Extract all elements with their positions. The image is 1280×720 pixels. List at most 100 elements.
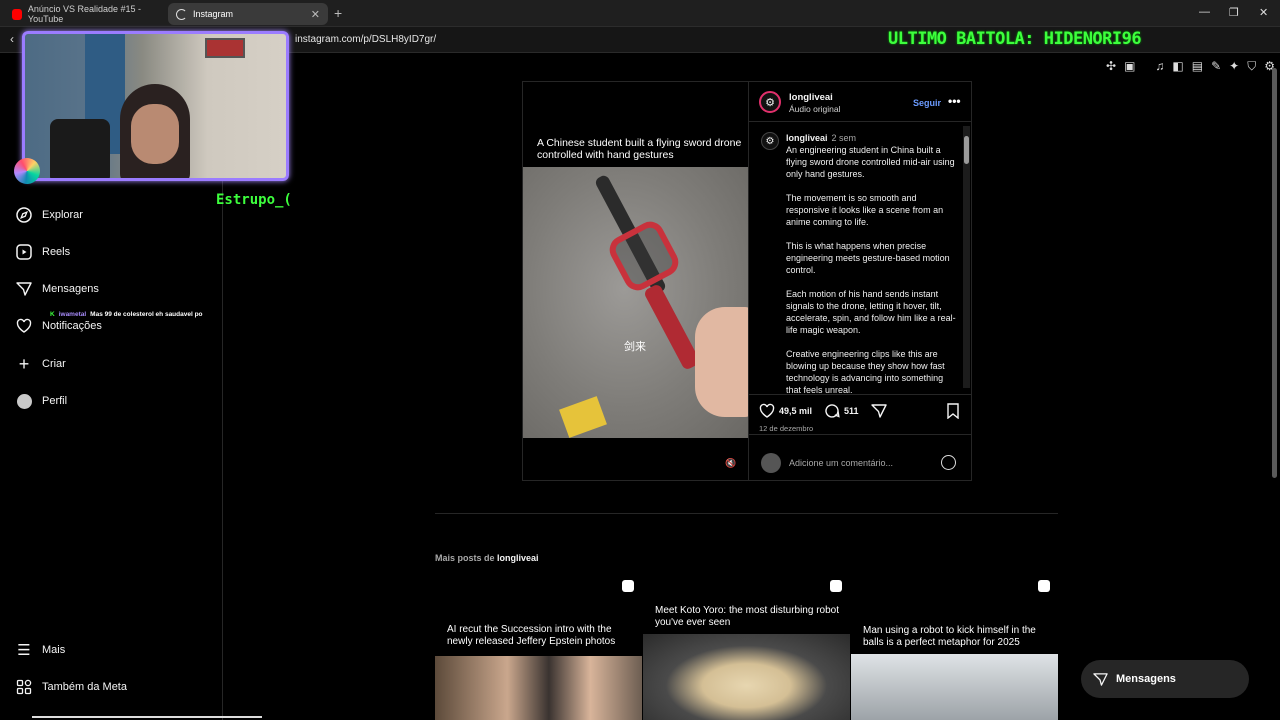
streamer-name: Estrupo_( xyxy=(216,192,292,208)
restore-button[interactable]: ❐ xyxy=(1229,6,1239,19)
post-video[interactable]: A Chinese student built a flying sword d… xyxy=(523,82,748,480)
comments-scrollbar[interactable] xyxy=(963,126,970,388)
sidebar-item-meta[interactable]: Também da Meta xyxy=(16,679,127,695)
post-header: ⚙ longliveai Áudio original Seguir ••• xyxy=(749,82,972,122)
music-icon[interactable]: ♫ xyxy=(1155,59,1164,74)
sidebar-item-label: Notificações xyxy=(42,320,102,332)
more-posts-prefix: Mais posts de xyxy=(435,553,495,563)
comments-count[interactable]: 511 xyxy=(844,406,859,416)
sidebar-item-notificacoes[interactable]: Notificações xyxy=(16,318,102,334)
like-icon[interactable] xyxy=(759,403,775,419)
share-icon[interactable] xyxy=(870,403,887,419)
mute-icon[interactable]: 🔇 xyxy=(725,458,737,470)
compass-icon xyxy=(16,207,32,223)
close-window-button[interactable]: ✕ xyxy=(1259,6,1268,19)
sidebar-item-mensagens[interactable]: Mensagens xyxy=(16,281,99,297)
card-thumbnail xyxy=(643,634,850,720)
add-comment-input[interactable]: Adicione um comentário... xyxy=(789,458,893,468)
comment-time: 2 sem xyxy=(831,133,857,143)
sidebar-item-perfil[interactable]: Perfil xyxy=(16,393,67,409)
comment-paragraph: Each motion of his hand sends instant si… xyxy=(786,289,956,335)
post-caption-comment: ⚙ longliveai 2 sem An engineering student … xyxy=(761,132,961,394)
comment-paragraph: An engineering student in China built a … xyxy=(786,145,955,179)
messages-icon xyxy=(16,281,32,297)
card-title: AI recut the Succession intro with the n… xyxy=(447,624,616,647)
stream-chat-message: Kiwametal Mas 99 de colesterol eh saudave… xyxy=(50,311,203,318)
reel-icon xyxy=(1038,580,1050,592)
page-scrollbar-thumb[interactable] xyxy=(1272,68,1277,478)
card-title: Meet Koto Yoro: the most disturbing robo… xyxy=(655,605,839,628)
page-scrollbar[interactable] xyxy=(1270,53,1280,720)
add-comment-bar: Adicione um comentário... xyxy=(749,434,972,480)
sword-handle xyxy=(642,283,702,371)
comment-paragraph: The movement is so smooth and responsive… xyxy=(786,193,944,227)
scrollbar-thumb[interactable] xyxy=(964,136,969,164)
browser-tabbar: Anúncio VS Realidade #15 - YouTube Insta… xyxy=(0,0,1280,27)
likes-count[interactable]: 49,5 mil xyxy=(779,406,812,416)
sidebar-item-mais[interactable]: ☰ Mais xyxy=(16,642,65,659)
wallet-icon[interactable]: ▤ xyxy=(1192,59,1203,74)
sidebar-item-label: Criar xyxy=(42,358,66,370)
sidebar-icon[interactable]: ◧ xyxy=(1172,59,1183,74)
sidebar-item-label: Perfil xyxy=(42,395,68,407)
comment-body: longliveai 2 sem An engineering student in… xyxy=(786,132,956,394)
more-post-card[interactable]: Man using a robot to kick himself in the… xyxy=(851,576,1058,720)
more-post-card[interactable]: Meet Koto Yoro: the most disturbing robo… xyxy=(643,576,850,720)
author-username[interactable]: longliveai xyxy=(789,92,833,103)
url-field[interactable]: instagram.com/p/DSLH8yID7gr/ xyxy=(295,34,436,45)
plus-icon: + xyxy=(18,353,30,374)
chat-badge: K xyxy=(50,311,55,318)
shield-icon[interactable]: ⛉ xyxy=(1247,59,1256,74)
sidebar-item-label: Explorar xyxy=(42,209,83,221)
sidebar-item-explorar[interactable]: Explorar xyxy=(16,207,83,223)
section-divider xyxy=(435,513,1058,514)
tab-label: Instagram xyxy=(193,9,234,19)
video-overlay-text: 剑来 xyxy=(624,341,646,353)
tab-label: Anúncio VS Realidade #15 - YouTube xyxy=(27,4,141,24)
author-avatar[interactable]: ⚙ xyxy=(759,91,781,113)
reel-icon xyxy=(622,580,634,592)
video-frame xyxy=(523,167,748,438)
post-date: 12 de dezembro xyxy=(759,424,814,433)
comment-icon[interactable] xyxy=(824,403,840,419)
post-sidebar: ⚙ longliveai Áudio original Seguir ••• ⚙… xyxy=(748,82,972,480)
sword-drone-rotors xyxy=(604,216,684,296)
card-thumbnail xyxy=(851,654,1058,720)
hand-gesture xyxy=(695,307,748,417)
comment-paragraph: Creative engineering clips like this are… xyxy=(786,349,945,394)
tab-youtube[interactable]: Anúncio VS Realidade #15 - YouTube xyxy=(4,3,164,25)
audio-label[interactable]: Áudio original xyxy=(789,104,841,114)
menu-icon: ☰ xyxy=(17,642,31,659)
comment-paragraph: This is what happens when precise engine… xyxy=(786,241,950,275)
follow-button[interactable]: Seguir xyxy=(913,98,941,108)
chat-username: iwametal xyxy=(58,311,87,318)
webcam-wall-frame xyxy=(205,38,245,58)
more-post-card[interactable]: AI recut the Succession intro with the n… xyxy=(435,576,642,720)
more-posts-username[interactable]: longliveai xyxy=(497,553,539,563)
loading-icon xyxy=(176,8,187,20)
webcam-chair xyxy=(50,119,110,178)
back-icon[interactable]: ‹ xyxy=(10,32,14,46)
more-options-icon[interactable]: ••• xyxy=(948,94,961,108)
sidebar-item-reels[interactable]: Reels xyxy=(16,244,70,260)
messages-label: Mensagens xyxy=(1116,673,1176,685)
floating-messages-button[interactable]: Mensagens xyxy=(1081,660,1249,698)
instagram-post: A Chinese student built a flying sword d… xyxy=(522,81,972,481)
close-tab-icon[interactable]: ✕ xyxy=(311,8,320,21)
comment-avatar[interactable]: ⚙ xyxy=(761,132,779,150)
tab-instagram[interactable]: Instagram ✕ xyxy=(168,3,328,25)
new-tab-button[interactable]: + xyxy=(334,5,342,21)
sidebar-item-criar[interactable]: + Criar xyxy=(16,353,66,374)
comment-username[interactable]: longliveai xyxy=(786,133,828,143)
youtube-icon xyxy=(12,8,22,20)
floor-object xyxy=(559,396,607,438)
screenshot-icon[interactable]: ▣ xyxy=(1124,59,1135,74)
card-title: Man using a robot to kick himself in the… xyxy=(863,625,1036,648)
bookmark-icon[interactable] xyxy=(946,403,960,419)
translate-icon[interactable]: ✎ xyxy=(1211,59,1221,74)
ai-icon[interactable]: ✦ xyxy=(1229,59,1239,74)
emoji-icon[interactable] xyxy=(941,455,956,470)
gear-logo-icon: ⚙ xyxy=(765,96,775,109)
puzzle-icon[interactable]: ✣ xyxy=(1106,59,1116,74)
minimize-button[interactable]: — xyxy=(1199,6,1210,18)
